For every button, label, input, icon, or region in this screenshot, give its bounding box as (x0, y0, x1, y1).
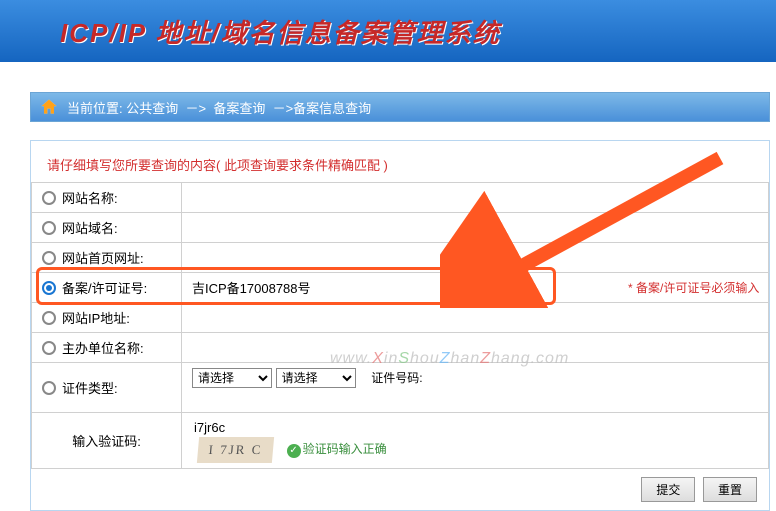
captcha-label: 输入验证码: (72, 434, 141, 449)
breadcrumb: 当前位置: 公共查询 －> 备案查询 －> 备案信息查询 (30, 92, 770, 122)
app-title: ICP/IP 地址/域名信息备案管理系统 (60, 13, 501, 50)
radio-org-name[interactable]: 主办单位名称: (42, 338, 171, 357)
app-header: ICP/IP 地址/域名信息备案管理系统 (0, 0, 776, 62)
breadcrumb-record-query[interactable]: 备案查询 (213, 98, 265, 117)
captcha-status: ✓验证码输入正确 (287, 442, 387, 456)
radio-license-no[interactable]: 备案/许可证号: (42, 278, 171, 297)
license-required-note: * 备案/许可证号必须输入 (628, 279, 759, 296)
cert-type-select-1[interactable]: 请选择 (192, 368, 272, 388)
captcha-input[interactable] (192, 418, 758, 437)
check-icon: ✓ (287, 444, 301, 458)
cert-no-label: 证件号码: (371, 371, 422, 385)
cert-type-select-2[interactable]: 请选择 (276, 368, 356, 388)
radio-site-ip[interactable]: 网站IP地址: (42, 308, 171, 327)
breadcrumb-record-info-query: 备案信息查询 (293, 98, 371, 117)
form-instruction: 请仔细填写您所要查询的内容( 此项查询要求条件精确匹配 ) (31, 141, 769, 182)
org-name-input[interactable] (192, 338, 758, 357)
captcha-image[interactable]: I 7JR C (197, 437, 274, 463)
site-ip-input[interactable] (192, 308, 758, 327)
license-no-input[interactable]: 吉ICP备17008788号 (192, 281, 311, 296)
home-icon (39, 97, 59, 117)
breadcrumb-public-query[interactable]: 公共查询 (126, 98, 178, 117)
cert-no-input[interactable] (192, 388, 758, 407)
radio-cert-type[interactable]: 证件类型: (42, 378, 171, 397)
site-domain-input[interactable] (192, 218, 758, 237)
site-name-input[interactable] (192, 188, 758, 207)
radio-site-domain[interactable]: 网站域名: (42, 218, 171, 237)
site-url-input[interactable] (192, 248, 758, 267)
radio-site-url[interactable]: 网站首页网址: (42, 248, 171, 267)
query-form-panel: 请仔细填写您所要查询的内容( 此项查询要求条件精确匹配 ) 网站名称: 网站域名… (30, 140, 770, 511)
reset-button[interactable]: 重置 (703, 477, 757, 502)
breadcrumb-label: 当前位置: (67, 98, 123, 117)
radio-site-name[interactable]: 网站名称: (42, 188, 171, 207)
submit-button[interactable]: 提交 (641, 477, 695, 502)
